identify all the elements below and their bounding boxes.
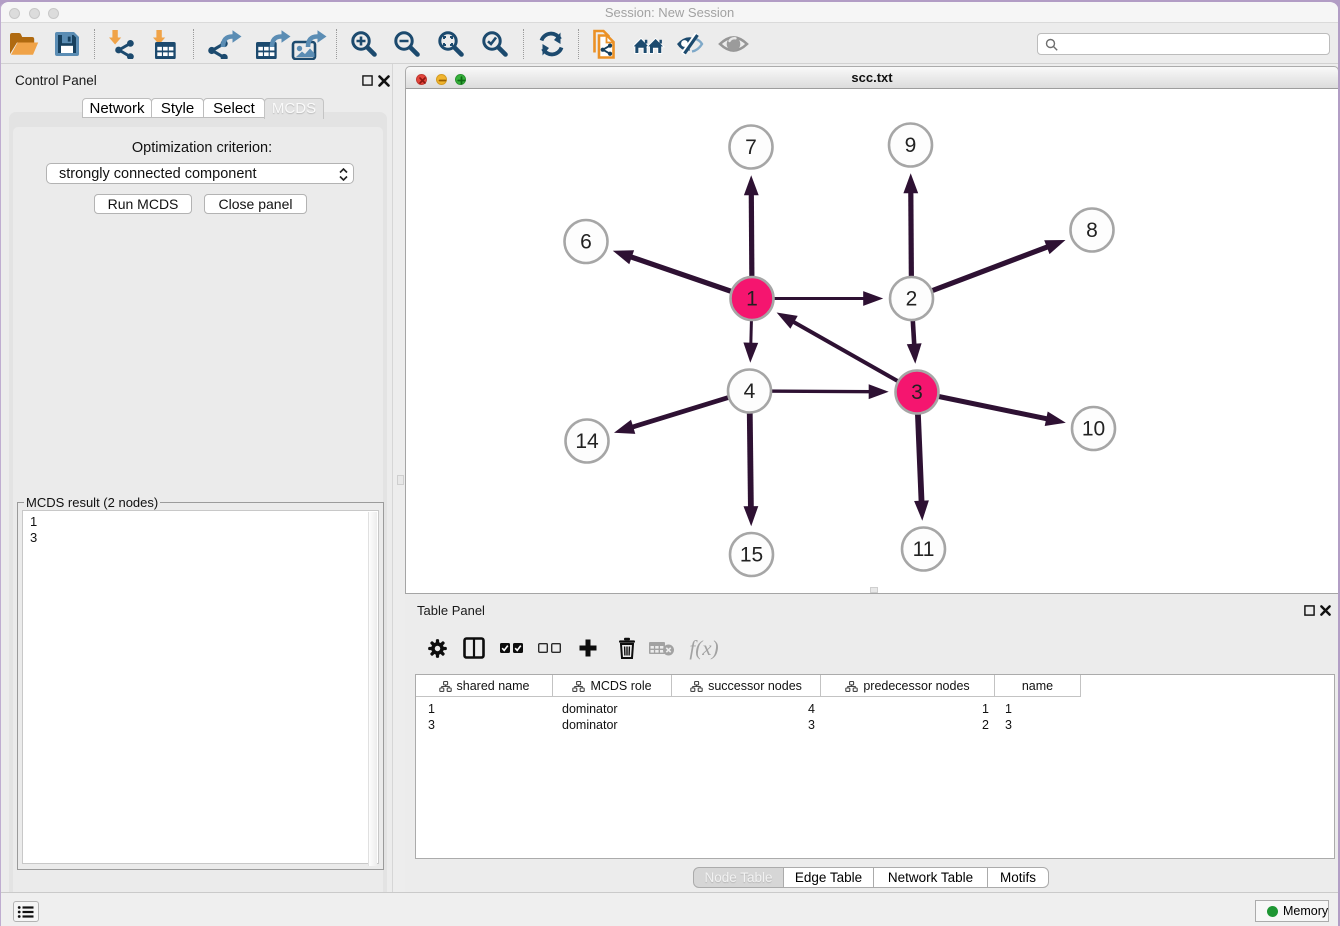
svg-text:14: 14 [575, 430, 599, 453]
svg-text:11: 11 [913, 538, 935, 561]
svg-text:2: 2 [906, 288, 918, 311]
svg-text:8: 8 [1086, 219, 1098, 242]
svg-text:15: 15 [740, 544, 763, 567]
svg-text:4: 4 [744, 380, 756, 403]
svg-text:7: 7 [745, 136, 757, 159]
svg-text:1: 1 [746, 288, 758, 311]
svg-text:3: 3 [911, 381, 923, 404]
svg-text:9: 9 [905, 134, 917, 157]
svg-text:6: 6 [580, 231, 592, 254]
svg-text:10: 10 [1082, 418, 1105, 441]
